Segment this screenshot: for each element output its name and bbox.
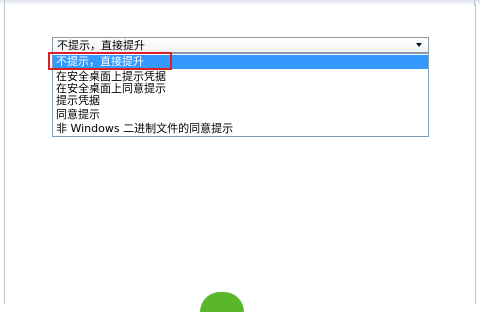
chevron-down-icon[interactable] — [416, 43, 422, 47]
dropdown-option-no-prompt[interactable]: 不提示，直接提升 — [53, 55, 428, 69]
uac-behavior-combobox[interactable]: 不提示，直接提升 — [52, 37, 429, 53]
dropdown-list[interactable]: 不提示，直接提升 在安全桌面上提示凭据 在安全桌面上同意提示 提示凭据 同意提示… — [52, 53, 429, 137]
dropdown-option-non-windows-binaries[interactable]: 非 Windows 二进制文件的同意提示 — [56, 122, 233, 135]
dropdown-option-prompt-consent[interactable]: 同意提示 — [56, 108, 100, 121]
combobox-selected-value: 不提示，直接提升 — [57, 39, 145, 52]
window-right-edge — [468, 0, 475, 6]
dropdown-option-prompt-credentials[interactable]: 提示凭据 — [56, 94, 100, 107]
window-left-edge — [4, 0, 11, 6]
